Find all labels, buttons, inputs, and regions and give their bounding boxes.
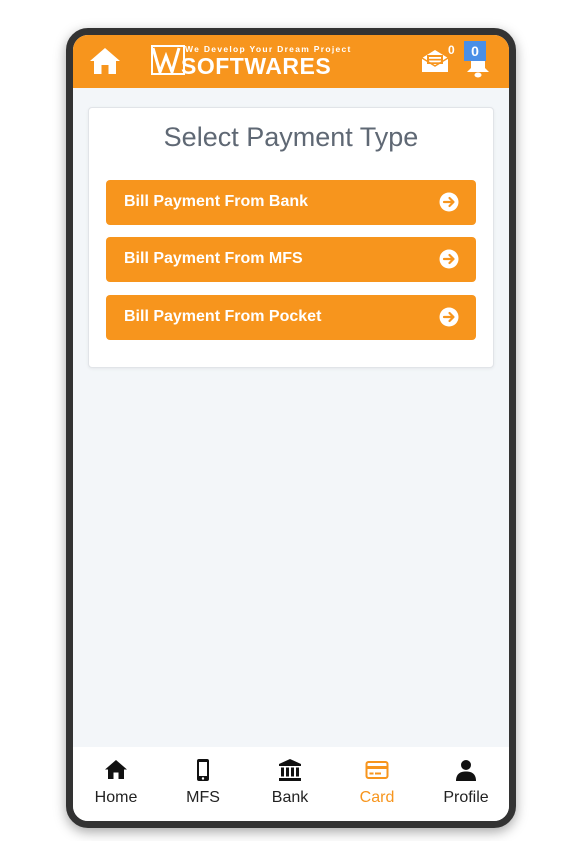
bill-payment-mfs-label: Bill Payment From MFS xyxy=(124,250,303,267)
bill-payment-pocket-button[interactable]: Bill Payment From Pocket xyxy=(106,295,476,340)
credit-card-icon xyxy=(365,761,389,779)
logo-text: SOFTWARES xyxy=(181,53,332,79)
nav-item-profile[interactable]: Profile xyxy=(423,747,509,821)
page-title: Select Payment Type xyxy=(163,122,419,152)
phone-frame: We Develop Your Dream Project SOFTWARES … xyxy=(66,28,516,828)
nav-label-bank: Bank xyxy=(271,789,309,806)
home-button[interactable] xyxy=(89,46,121,76)
bill-payment-bank-button[interactable]: Bill Payment From Bank xyxy=(106,180,476,225)
arrow-right-circle-icon xyxy=(439,249,459,269)
bottom-navigation: Home MFS Bank Card Profile xyxy=(73,747,509,821)
nav-label-home: Home xyxy=(94,789,138,806)
nav-label-profile: Profile xyxy=(443,789,489,806)
arrow-right-circle-icon xyxy=(439,192,459,212)
nav-label-card: Card xyxy=(359,789,395,806)
nav-item-mfs[interactable]: MFS xyxy=(160,747,246,821)
top-app-bar: We Develop Your Dream Project SOFTWARES … xyxy=(73,35,509,88)
notification-count-badge: 0 xyxy=(464,41,486,61)
home-icon xyxy=(105,760,127,779)
home-icon xyxy=(90,48,120,74)
nav-item-card[interactable]: Card xyxy=(334,747,420,821)
logo-mark-icon xyxy=(151,45,185,75)
message-count-badge: 0 xyxy=(448,43,455,57)
nav-item-home[interactable]: Home xyxy=(73,747,159,821)
bill-payment-bank-label: Bill Payment From Bank xyxy=(124,193,309,210)
messages-button[interactable] xyxy=(421,49,449,73)
bill-payment-pocket-label: Bill Payment From Pocket xyxy=(124,308,322,325)
bank-icon xyxy=(279,759,301,781)
payment-type-card: Select Payment Type Bill Payment From Ba… xyxy=(88,107,494,368)
brand-logo: We Develop Your Dream Project SOFTWARES xyxy=(151,43,371,79)
bill-payment-mfs-button[interactable]: Bill Payment From MFS xyxy=(106,237,476,282)
arrow-right-circle-icon xyxy=(439,307,459,327)
nav-label-mfs: MFS xyxy=(186,789,220,806)
user-icon xyxy=(456,760,476,781)
mobile-icon xyxy=(197,759,209,781)
nav-item-bank[interactable]: Bank xyxy=(247,747,333,821)
envelope-icon xyxy=(421,50,449,72)
